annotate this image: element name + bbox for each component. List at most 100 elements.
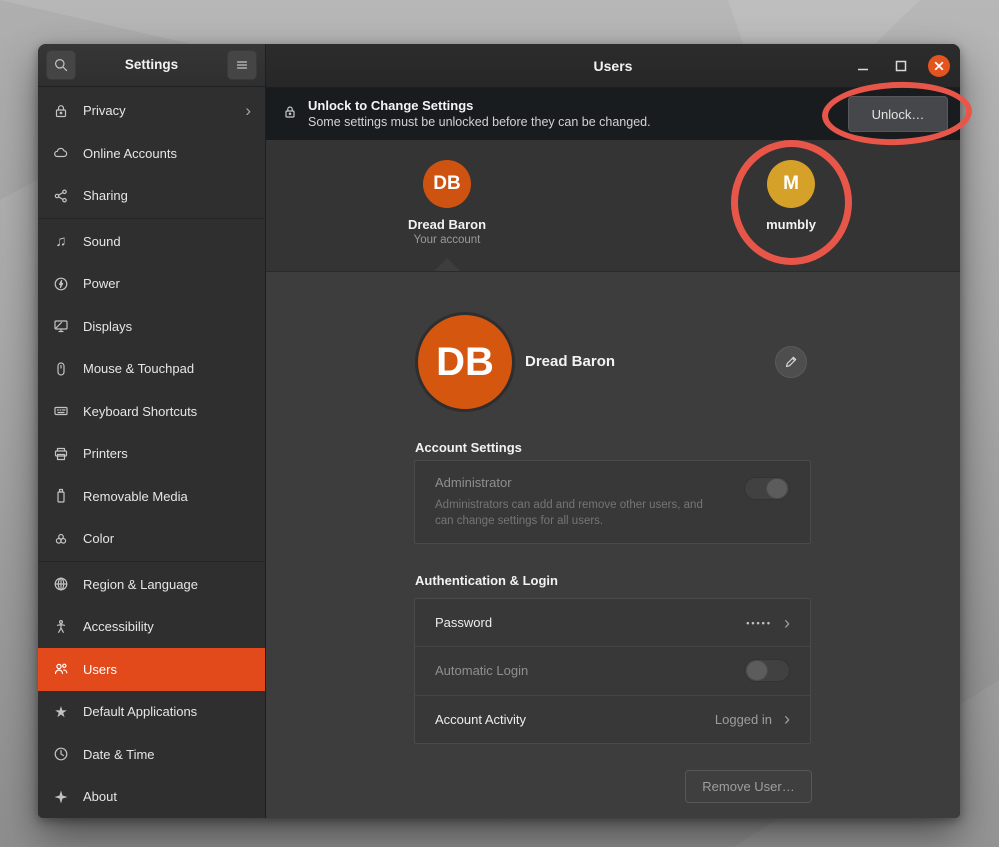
automatic-login-toggle[interactable] (744, 659, 790, 682)
toggle-knob (746, 660, 768, 681)
remove-user-button[interactable]: Remove User… (685, 770, 812, 803)
sidebar-item-date-time[interactable]: Date & Time (38, 733, 265, 776)
sidebar-item-users[interactable]: Users (38, 648, 265, 691)
sidebar-item-label: Removable Media (83, 489, 251, 504)
carousel-user-mumbly[interactable]: M mumbly (721, 160, 861, 232)
sidebar-item-color[interactable]: Color (38, 518, 265, 561)
chevron-right-icon: › (784, 614, 790, 632)
sidebar-item-label: Mouse & Touchpad (83, 361, 251, 376)
sidebar-separator (38, 561, 265, 562)
sidebar-item-label: Power (83, 276, 251, 291)
lock-icon (282, 104, 308, 125)
color-icon (52, 530, 70, 548)
power-icon (52, 275, 70, 293)
music-note-icon: ♫ (52, 232, 70, 250)
sidebar-item-default-applications[interactable]: ★ Default Applications (38, 691, 265, 734)
avatar: DB (423, 160, 471, 208)
administrator-description: Administrators can add and remove other … (435, 498, 790, 529)
display-icon (52, 317, 70, 335)
chevron-right-icon: › (784, 710, 790, 728)
auth-login-card: Password ••••• › Automatic Login Account… (414, 598, 811, 744)
main-panel: Users Unlock to Change Settings Some set… (266, 44, 960, 818)
minimize-button[interactable] (852, 55, 874, 77)
administrator-toggle[interactable] (744, 477, 790, 500)
avatar-large[interactable]: DB (415, 312, 515, 412)
sidebar-item-printers[interactable]: Printers (38, 433, 265, 476)
account-name: Dread Baron (525, 353, 615, 370)
pencil-icon (783, 354, 799, 370)
maximize-icon (890, 55, 912, 77)
banner-text: Unlock to Change Settings Some settings … (308, 97, 848, 130)
account-settings-card: Administrator Administrators can add and… (414, 460, 811, 544)
user-details: DB Dread Baron Account Settings Administ… (266, 272, 960, 818)
sidebar-item-label: Date & Time (83, 747, 251, 762)
sidebar-item-sharing[interactable]: Sharing (38, 175, 265, 218)
sparkle-icon (52, 788, 70, 806)
password-row[interactable]: Password ••••• › (415, 599, 810, 646)
search-button[interactable] (46, 50, 76, 80)
sidebar-item-displays[interactable]: Displays (38, 305, 265, 348)
sidebar-item-label: Keyboard Shortcuts (83, 404, 251, 419)
unlock-banner: Unlock to Change Settings Some settings … (266, 88, 960, 140)
sidebar-item-label: Printers (83, 446, 251, 461)
sidebar-item-accessibility[interactable]: Accessibility (38, 606, 265, 649)
sidebar-list: Privacy › Online Accounts Sharing ♫ Soun… (38, 87, 265, 819)
administrator-label: Administrator (435, 475, 790, 490)
globe-icon (52, 575, 70, 593)
account-activity-row[interactable]: Account Activity Logged in › (415, 695, 810, 743)
menu-button[interactable] (227, 50, 257, 80)
description-line: Administrators can add and remove other … (435, 499, 703, 511)
sidebar-item-label: Sharing (83, 188, 251, 203)
user-carousel: DB Dread Baron Your account M mumbly (266, 140, 960, 272)
automatic-login-row: Automatic Login (415, 646, 810, 694)
sidebar-item-label: Online Accounts (83, 146, 251, 161)
close-button[interactable] (928, 55, 950, 77)
sidebar-item-label: Sound (83, 234, 251, 249)
printer-icon (52, 445, 70, 463)
sidebar-item-removable-media[interactable]: Removable Media (38, 475, 265, 518)
sidebar-item-label: Color (83, 531, 251, 546)
sidebar-item-label: About (83, 789, 251, 804)
row-label: Account Activity (435, 712, 715, 727)
sidebar-item-label: Accessibility (83, 619, 251, 634)
sidebar-item-label: Displays (83, 319, 251, 334)
sidebar-item-online-accounts[interactable]: Online Accounts (38, 132, 265, 175)
sidebar-item-label: Default Applications (83, 704, 251, 719)
description-line: can change settings for all users. (435, 515, 603, 527)
sidebar-item-label: Privacy (83, 103, 245, 118)
chevron-right-icon: › (245, 102, 251, 119)
sidebar-item-mouse-touchpad[interactable]: Mouse & Touchpad (38, 348, 265, 391)
sidebar-item-power[interactable]: Power (38, 263, 265, 306)
carousel-user-dread-baron[interactable]: DB Dread Baron Your account (377, 160, 517, 246)
user-name: Dread Baron (408, 217, 486, 232)
sidebar-item-about[interactable]: About (38, 776, 265, 819)
removable-media-icon (52, 487, 70, 505)
rename-button[interactable] (775, 346, 807, 378)
sidebar-header: Settings (38, 44, 265, 87)
sidebar-item-region-language[interactable]: Region & Language (38, 563, 265, 606)
sidebar-item-keyboard-shortcuts[interactable]: Keyboard Shortcuts (38, 390, 265, 433)
search-icon (53, 57, 69, 73)
keyboard-icon (52, 402, 70, 420)
cloud-icon (52, 144, 70, 162)
share-icon (52, 187, 70, 205)
star-icon: ★ (52, 703, 70, 721)
sidebar-item-privacy[interactable]: Privacy › (38, 90, 265, 133)
accessibility-icon (52, 618, 70, 636)
toggle-knob (766, 478, 788, 499)
password-dots: ••••• (746, 618, 772, 628)
mouse-icon (52, 360, 70, 378)
maximize-button[interactable] (890, 55, 912, 77)
sidebar-item-label: Users (83, 662, 251, 677)
user-name: mumbly (766, 217, 816, 232)
sidebar-item-sound[interactable]: ♫ Sound (38, 220, 265, 263)
sidebar-title: Settings (76, 57, 227, 72)
hamburger-icon (234, 57, 250, 73)
lock-icon (52, 102, 70, 120)
row-label: Password (435, 615, 746, 630)
clock-icon (52, 745, 70, 763)
banner-title: Unlock to Change Settings (308, 97, 848, 115)
unlock-button[interactable]: Unlock… (848, 96, 948, 132)
minimize-icon (852, 55, 874, 77)
window-controls (852, 44, 950, 88)
